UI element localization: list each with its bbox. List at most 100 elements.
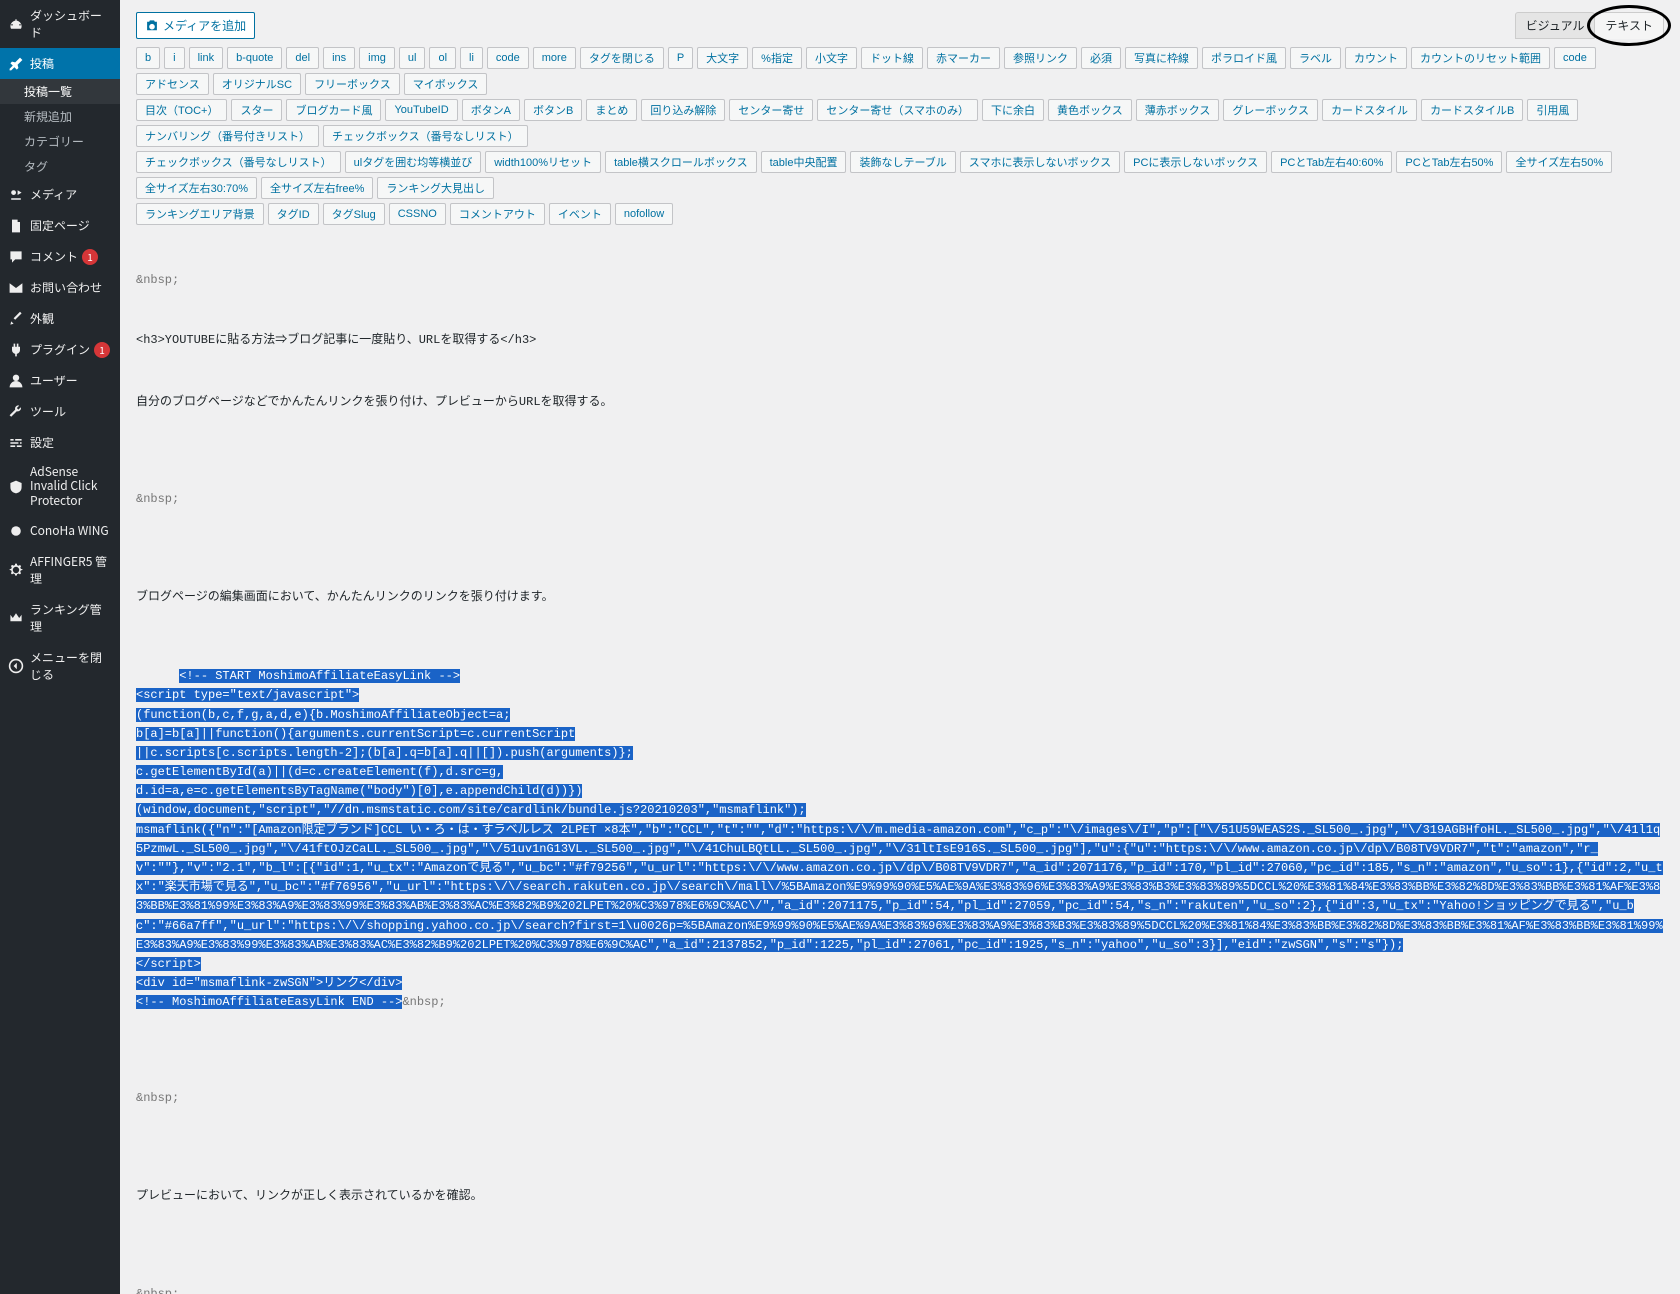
quicktag-button[interactable]: グレーボックス [1223, 99, 1318, 121]
quicktag-button[interactable]: img [359, 47, 395, 69]
quicktag-button[interactable]: フリーボックス [305, 73, 400, 95]
quicktag-button[interactable]: 黄色ボックス [1048, 99, 1132, 121]
quicktag-button[interactable]: 全サイズ左右30:70% [136, 177, 257, 199]
sidebar-item-settings[interactable]: 設定 [0, 427, 120, 458]
sidebar-item-pages[interactable]: 固定ページ [0, 210, 120, 241]
sidebar-item-plugins[interactable]: プラグイン1 [0, 334, 120, 365]
tab-text[interactable]: テキスト [1594, 12, 1664, 39]
quicktag-button[interactable]: チェックボックス（番号なしリスト） [323, 125, 528, 147]
quicktag-button[interactable]: ドット線 [861, 47, 923, 69]
quicktag-button[interactable]: link [189, 47, 224, 69]
quicktag-button[interactable]: 引用風 [1527, 99, 1578, 121]
quicktag-button[interactable]: table横スクロールボックス [605, 151, 757, 173]
quicktag-button[interactable]: 下に余白 [982, 99, 1044, 121]
quicktag-button[interactable]: code [487, 47, 529, 69]
quicktag-button[interactable]: del [286, 47, 319, 69]
quicktag-button[interactable]: アドセンス [136, 73, 209, 95]
sidebar-item-tools[interactable]: ツール [0, 396, 120, 427]
quicktag-button[interactable]: 全サイズ左右50% [1506, 151, 1612, 173]
quicktag-button[interactable]: 目次（TOC+） [136, 99, 227, 121]
quicktag-button[interactable]: タグを閉じる [580, 47, 664, 69]
sidebar-sub-categories[interactable]: カテゴリー [0, 129, 120, 154]
quicktag-button[interactable]: 赤マーカー [927, 47, 1000, 69]
quicktag-button[interactable]: イベント [549, 203, 611, 225]
quicktag-button[interactable]: 装飾なしテーブル [850, 151, 955, 173]
quicktag-button[interactable]: 大文字 [697, 47, 748, 69]
shield-icon [8, 479, 24, 495]
quicktag-button[interactable]: ポラロイド風 [1202, 47, 1286, 69]
quicktag-button[interactable]: 必須 [1081, 47, 1121, 69]
quicktag-button[interactable]: PCに表示しないボックス [1124, 151, 1267, 173]
quicktag-button[interactable]: ins [323, 47, 355, 69]
quicktag-button[interactable]: 薄赤ボックス [1136, 99, 1220, 121]
quicktag-button[interactable]: スマホに表示しないボックス [960, 151, 1120, 173]
crown-icon [8, 610, 24, 626]
quicktag-button[interactable]: マイボックス [404, 73, 488, 95]
sidebar-item-appearance[interactable]: 外観 [0, 303, 120, 334]
quicktag-button[interactable]: ulタグを囲む均等横並び [345, 151, 482, 173]
quicktag-button[interactable]: code [1554, 47, 1596, 69]
quicktag-button[interactable]: ブログカード風 [286, 99, 381, 121]
quicktag-button[interactable]: width100%リセット [485, 151, 601, 173]
sidebar-item-affinger[interactable]: AFFINGER5 管理 [0, 546, 120, 594]
text-editor-area[interactable]: &nbsp; <h3>YOUTUBEに貼る方法⇒ブログ記事に一度貼り、URLを取… [136, 229, 1664, 1294]
quicktag-button[interactable]: ボタンB [524, 99, 582, 121]
quicktag-button[interactable]: %指定 [752, 47, 802, 69]
quicktag-button[interactable]: ランキング大見出し [377, 177, 494, 199]
quicktag-button[interactable]: more [533, 47, 576, 69]
quicktag-button[interactable]: ol [429, 47, 456, 69]
quicktag-button[interactable]: コメントアウト [450, 203, 545, 225]
quicktag-button[interactable]: CSSNO [389, 203, 446, 225]
sidebar-sub-all-posts[interactable]: 投稿一覧 [0, 79, 120, 104]
quicktag-button[interactable]: table中央配置 [761, 151, 847, 173]
quicktag-button[interactable]: カウントのリセット範囲 [1411, 47, 1550, 69]
quicktag-button[interactable]: タグSlug [323, 203, 385, 225]
quicktag-button[interactable]: nofollow [615, 203, 673, 225]
sidebar-item-conoha[interactable]: ConoHa WING [0, 515, 120, 546]
sidebar-label: プラグイン [30, 341, 90, 358]
quicktag-button[interactable]: ランキングエリア背景 [136, 203, 264, 225]
quicktag-button[interactable]: カウント [1345, 47, 1407, 69]
quicktag-button[interactable]: li [460, 47, 483, 69]
quicktags-row-2: 目次（TOC+）スターブログカード風YouTubeIDボタンAボタンBまとめ回り… [136, 99, 1664, 147]
sidebar-item-ranking[interactable]: ランキング管理 [0, 594, 120, 642]
quicktag-button[interactable]: 参照リンク [1004, 47, 1077, 69]
quicktag-button[interactable]: 写真に枠線 [1125, 47, 1198, 69]
sidebar-item-adsense[interactable]: AdSense Invalid Click Protector [0, 458, 120, 515]
quicktag-button[interactable]: b [136, 47, 160, 69]
sidebar-item-media[interactable]: メディア [0, 179, 120, 210]
tab-visual[interactable]: ビジュアル [1515, 12, 1596, 39]
quicktag-button[interactable]: i [164, 47, 184, 69]
add-media-button[interactable]: メディアを追加 [136, 12, 255, 39]
quicktag-button[interactable]: YouTubeID [385, 99, 457, 121]
quicktag-button[interactable]: カードスタイル [1322, 99, 1417, 121]
quicktag-button[interactable]: タグID [268, 203, 319, 225]
quicktag-button[interactable]: オリジナルSC [213, 73, 301, 95]
quicktag-button[interactable]: センター寄せ（スマホのみ） [817, 99, 978, 121]
quicktag-button[interactable]: 全サイズ左右free% [261, 177, 373, 199]
sidebar-sub-new-post[interactable]: 新規追加 [0, 104, 120, 129]
sidebar-collapse[interactable]: メニューを閉じる [0, 642, 120, 690]
quicktag-button[interactable]: 回り込み解除 [641, 99, 725, 121]
quicktag-button[interactable]: まとめ [586, 99, 637, 121]
sidebar-item-dashboard[interactable]: ダッシュボード [0, 0, 120, 48]
quicktag-button[interactable]: ラベル [1290, 47, 1341, 69]
quicktags-row-1: bilinkb-quotedelinsimgulollicodemoreタグを閉… [136, 47, 1664, 95]
sidebar-item-inquiry[interactable]: お問い合わせ [0, 272, 120, 303]
quicktag-button[interactable]: ボタンA [462, 99, 520, 121]
quicktag-button[interactable]: センター寄せ [729, 99, 813, 121]
sidebar-item-users[interactable]: ユーザー [0, 365, 120, 396]
quicktag-button[interactable]: カードスタイルB [1421, 99, 1523, 121]
quicktag-button[interactable]: スター [231, 99, 282, 121]
sidebar-item-comments[interactable]: コメント1 [0, 241, 120, 272]
quicktag-button[interactable]: P [668, 47, 693, 69]
sidebar-item-posts[interactable]: 投稿 [0, 48, 120, 79]
quicktag-button[interactable]: チェックボックス（番号なしリスト） [136, 151, 341, 173]
quicktag-button[interactable]: PCとTab左右40:60% [1271, 151, 1392, 173]
sidebar-sub-tags[interactable]: タグ [0, 154, 120, 179]
quicktag-button[interactable]: ナンバリング（番号付きリスト） [136, 125, 319, 147]
quicktag-button[interactable]: 小文字 [806, 47, 857, 69]
quicktag-button[interactable]: PCとTab左右50% [1396, 151, 1502, 173]
quicktag-button[interactable]: b-quote [227, 47, 282, 69]
quicktag-button[interactable]: ul [399, 47, 426, 69]
